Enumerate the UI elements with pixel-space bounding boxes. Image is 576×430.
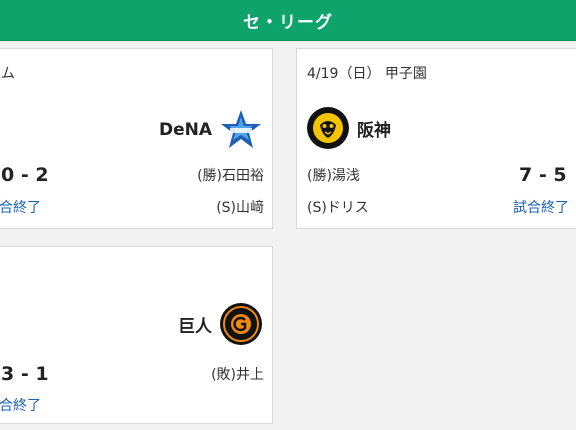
score: 3 - 1 [1, 363, 49, 385]
giants-logo-icon [218, 301, 264, 347]
team-row: 巨人 [178, 301, 264, 347]
baystars-star-icon [218, 107, 264, 153]
game-status-link[interactable]: 試合終了 [0, 395, 41, 415]
losing-pitcher: (敗)井上 [211, 367, 264, 383]
team-row: DeNA [159, 107, 264, 153]
winning-pitcher: (勝)湯浅 [307, 168, 360, 184]
save-pitcher: (S)ドリス [307, 200, 369, 216]
team-name: DeNA [158, 120, 212, 140]
league-header: セ・リーグ [0, 0, 576, 41]
winning-pitcher: (勝)石田裕 [197, 168, 264, 184]
tigers-logo-icon [305, 105, 351, 151]
score: 7 - 5 [519, 164, 567, 186]
game-meta: ム [1, 66, 15, 82]
game-meta: 4/19（日） 甲子園 [307, 66, 427, 82]
game-status-link[interactable]: 試合終了 [0, 197, 41, 217]
game-status-link[interactable]: 試合終了 [513, 197, 569, 217]
league-title: セ・リーグ [243, 12, 333, 33]
save-pitcher: (S)山﨑 [216, 200, 264, 216]
game-card[interactable]: ム DeNA 0 - 2 (勝)石田裕 試合終了 (S)山﨑 [0, 48, 273, 229]
team-name: 阪神 [357, 120, 391, 141]
game-card[interactable]: 巨人 3 - 1 (敗)井上 試合終了 [0, 246, 273, 424]
team-name: 巨人 [178, 316, 212, 337]
score: 0 - 2 [1, 164, 49, 186]
team-row: 阪神 [305, 105, 391, 151]
game-card[interactable]: 4/19（日） 甲子園 阪神 (勝)湯浅 7 - 5 (S)ドリス 試合終了 [296, 48, 576, 229]
